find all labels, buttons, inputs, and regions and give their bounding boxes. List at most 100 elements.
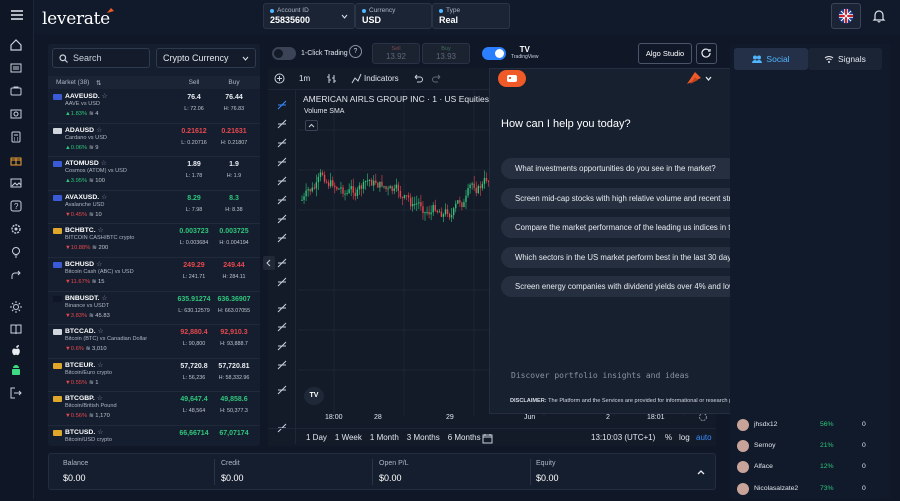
buy-price-button[interactable]: Buy 13.93 — [422, 43, 470, 64]
sell-price[interactable]: 92,880.4 — [174, 329, 214, 336]
favorite-star-icon[interactable]: ☆ — [97, 395, 103, 402]
ruler-icon[interactable] — [276, 257, 288, 269]
eye-icon[interactable] — [276, 359, 288, 371]
sell-price[interactable]: 0.21612 — [174, 128, 214, 135]
sort-icon[interactable]: ⇅ — [96, 79, 101, 87]
text-tool-icon[interactable] — [276, 213, 288, 225]
tab-signals[interactable]: Signals — [808, 48, 882, 70]
favorite-star-icon[interactable]: ☆ — [97, 362, 103, 369]
sell-price[interactable]: 0.003723 — [174, 228, 214, 235]
notifications-bell-icon[interactable] — [872, 8, 886, 24]
android-icon[interactable] — [9, 364, 25, 380]
language-button[interactable] — [831, 3, 861, 29]
gift-icon[interactable] — [9, 153, 25, 169]
deposit-icon[interactable] — [9, 107, 25, 123]
log-scale-button[interactable]: log — [679, 433, 690, 442]
collapse-panel-chevron-icon[interactable] — [263, 256, 275, 270]
market-row[interactable]: BTCEUR. ☆ Bitcoin/Euro crypto ▼0.55% ≋ 1 57,… — [48, 359, 260, 393]
home-icon[interactable] — [9, 38, 25, 54]
range-button[interactable]: 1 Week — [335, 433, 362, 442]
buy-price[interactable]: 8.3 — [214, 195, 254, 202]
social-trader-row[interactable]: jhsdx12 56% 0 — [730, 416, 890, 437]
trash-icon[interactable] — [276, 384, 288, 396]
percent-scale-button[interactable]: % — [665, 433, 672, 442]
sell-price[interactable]: 8.29 — [174, 195, 214, 202]
range-button[interactable]: 1 Day — [306, 433, 327, 442]
favorite-star-icon[interactable]: ☆ — [96, 127, 102, 134]
buy-price[interactable]: 1.9 — [214, 161, 254, 168]
market-row[interactable]: AVAXUSD. ☆ Avalanche USD ▼0.45% ≋ 10 8.29 8.3… — [48, 191, 260, 225]
buy-price[interactable]: 0.003725 — [214, 228, 254, 235]
search-input[interactable]: Search — [52, 48, 150, 68]
tradingview-toggle[interactable] — [482, 47, 506, 60]
buy-price[interactable]: 49,858.6 — [214, 396, 254, 403]
assistant-selector[interactable] — [686, 71, 712, 85]
market-row[interactable]: BTCCAD. ☆ Bitcoin (BTC) vs Canadian Dollar… — [48, 325, 260, 359]
theme-sun-icon[interactable] — [9, 300, 25, 316]
emoji-icon[interactable] — [276, 232, 288, 244]
favorite-star-icon[interactable]: ☆ — [96, 261, 102, 268]
logout-icon[interactable] — [9, 386, 25, 402]
add-symbol-icon[interactable] — [274, 73, 285, 84]
refresh-chat-icon[interactable] — [696, 43, 717, 64]
social-trader-row[interactable]: Alface 12% 0 — [730, 458, 890, 479]
pencil-lock-icon[interactable] — [276, 321, 288, 333]
apple-icon[interactable] — [9, 343, 25, 359]
market-row[interactable]: BCHBTC. ☆ BITCOIN CASH/BTC crypto ▼10.88% ≋… — [48, 224, 260, 258]
undo-icon[interactable] — [412, 73, 423, 84]
favorite-star-icon[interactable]: ☆ — [97, 429, 103, 436]
book-icon[interactable] — [9, 322, 25, 338]
one-click-toggle[interactable] — [272, 47, 296, 60]
sell-price[interactable]: 1.89 — [174, 161, 214, 168]
collapse-chevron-icon[interactable] — [305, 120, 318, 131]
sell-price[interactable]: 76.4 — [174, 94, 214, 101]
trendline-icon[interactable] — [276, 118, 288, 130]
buy-price[interactable]: 92,910.3 — [214, 329, 254, 336]
buy-price[interactable]: 249.44 — [214, 262, 254, 269]
account-id-selector[interactable]: Account ID 25835600 — [263, 3, 355, 29]
crosshair-icon[interactable] — [276, 99, 288, 111]
sell-price[interactable]: 57,720.8 — [174, 363, 214, 370]
favorite-star-icon[interactable]: ☆ — [98, 328, 104, 335]
range-button[interactable]: 1 Month — [370, 433, 399, 442]
redo-icon[interactable] — [432, 73, 443, 84]
magnet-icon[interactable] — [276, 302, 288, 314]
buy-price[interactable]: 67,07174 — [214, 430, 254, 437]
chevron-up-icon[interactable] — [697, 469, 705, 475]
sell-price[interactable]: 66,66714 — [174, 430, 214, 437]
image-icon[interactable] — [9, 176, 25, 192]
calculator-icon[interactable] — [9, 130, 25, 146]
auto-scale-button[interactable]: auto — [696, 433, 712, 442]
pattern-icon[interactable] — [276, 156, 288, 168]
market-row[interactable]: ATOMUSD ☆ Cosmos (ATOM) vs USD ▲3.95% ≋ 100… — [48, 157, 260, 191]
buy-price[interactable]: 0.21631 — [214, 128, 254, 135]
indicators-button[interactable]: Indicators — [364, 74, 399, 83]
social-trader-row[interactable]: Sernoy 21% 0 — [730, 437, 890, 458]
buy-price[interactable]: 57,720.81 — [214, 363, 254, 370]
settings-icon[interactable] — [9, 222, 25, 238]
lock-icon[interactable] — [276, 340, 288, 352]
sell-price[interactable]: 249.29 — [174, 262, 214, 269]
favorite-star-icon[interactable]: ☆ — [98, 227, 104, 234]
favorite-star-icon[interactable]: ☆ — [101, 295, 107, 302]
market-row[interactable]: BTCGBP. ☆ Bitcoin/British Pound ▼0.56% ≋ 1,… — [48, 392, 260, 426]
brush-icon[interactable] — [276, 194, 288, 206]
algo-studio-button[interactable]: Algo Studio — [638, 43, 692, 64]
market-row[interactable]: AAVEUSD. ☆ AAVE vs USD ▲1.83% ≋ 4 76.4 76.44 L… — [48, 90, 260, 124]
indicators-icon[interactable] — [351, 73, 362, 84]
market-row[interactable]: BNBUSDT. ☆ Binance vs USDT ▼3.83% ≋ 45.83 63… — [48, 292, 260, 326]
lightbulb-icon[interactable] — [9, 245, 25, 261]
share-icon[interactable] — [9, 268, 25, 284]
market-row[interactable]: ADAUSD ☆ Cardano vs USD ▲0.06% ≋ 9 0.21612 0.… — [48, 124, 260, 158]
buy-price[interactable]: 76.44 — [214, 94, 254, 101]
favorite-star-icon[interactable]: ☆ — [101, 160, 107, 167]
range-button[interactable]: 3 Months — [407, 433, 440, 442]
interval-button[interactable]: 1m — [299, 74, 310, 83]
social-trader-row[interactable]: Nicolasalzate2 73% 0 — [730, 480, 890, 501]
briefcase-icon[interactable] — [9, 84, 25, 100]
bar-style-icon[interactable] — [326, 73, 337, 84]
help-icon[interactable]: ? — [9, 199, 25, 215]
news-icon[interactable] — [9, 61, 25, 77]
market-row[interactable]: BTCUSD. ☆ Bitcoin/USD crypto 66,66714 67,07… — [48, 426, 260, 446]
date-range-icon[interactable] — [482, 433, 493, 444]
